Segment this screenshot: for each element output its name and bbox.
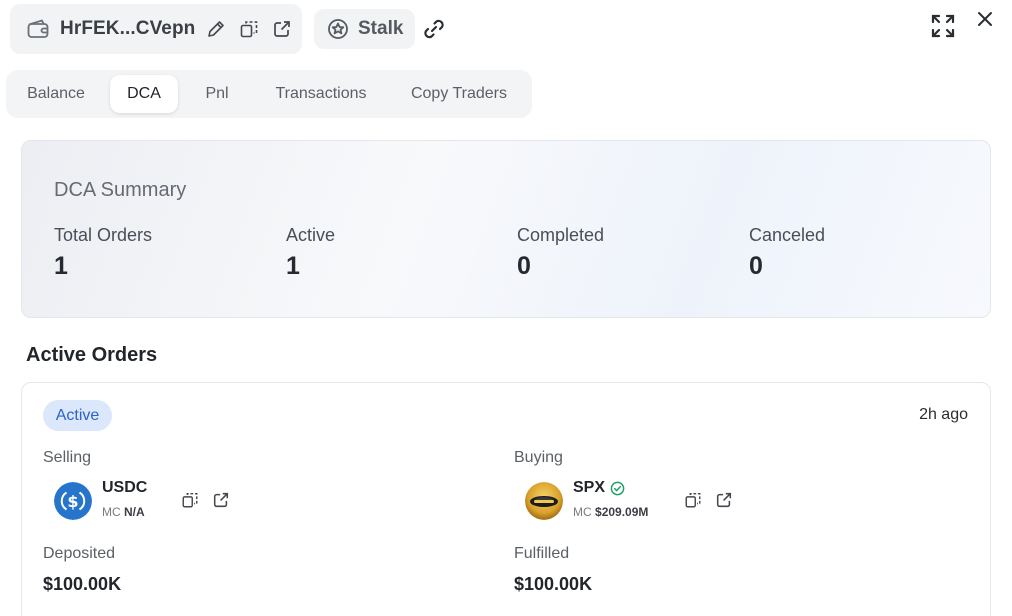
stalk-icon [326, 17, 350, 41]
tab-transactions[interactable]: Transactions [261, 75, 381, 113]
stat-canceled: Canceled 0 [749, 225, 825, 281]
copy-icon[interactable] [684, 491, 702, 509]
selling-symbol: USDC [102, 479, 148, 496]
tab-balance[interactable]: Balance [12, 75, 100, 113]
copy-icon[interactable] [237, 17, 261, 41]
tab-dca[interactable]: DCA [110, 75, 178, 113]
stat-label: Active [286, 225, 336, 245]
stalk-button[interactable]: Stalk [314, 9, 415, 49]
deposited-label: Deposited [43, 545, 116, 562]
tab-copy-traders[interactable]: Copy Traders [399, 75, 519, 113]
stat-active: Active 1 [286, 225, 335, 281]
stat-value: 1 [54, 252, 68, 280]
stat-completed: Completed 0 [517, 225, 604, 281]
mc-value: N/A [124, 505, 145, 519]
selling-label: Selling [43, 449, 92, 466]
stat-value: 0 [517, 252, 531, 280]
verified-check-icon [610, 481, 625, 496]
close-icon[interactable] [974, 8, 996, 30]
fullscreen-icon[interactable] [930, 13, 956, 39]
stat-total-orders: Total Orders 1 [54, 225, 152, 281]
wallet-name: HrFEK...CVepn [60, 18, 196, 39]
summary-title: DCA Summary [54, 179, 187, 201]
order-card[interactable]: Active 2h ago Selling $ USDC MC N/A Buyi… [21, 382, 991, 616]
order-time: 2h ago [919, 406, 968, 423]
external-link-icon[interactable] [270, 17, 294, 41]
tab-bar: Balance DCA Pnl Transactions Copy Trader… [6, 70, 532, 118]
stat-label: Total Orders [54, 225, 153, 245]
stalk-label: Stalk [358, 18, 404, 39]
buying-symbol-row: SPX [573, 479, 625, 497]
usdc-logo-icon: $ [54, 482, 92, 520]
stat-value: 1 [286, 252, 300, 280]
wallet-icon [26, 17, 50, 41]
stat-label: Canceled [749, 225, 826, 245]
edit-pencil-icon[interactable] [204, 17, 228, 41]
tab-pnl[interactable]: Pnl [182, 75, 252, 113]
buying-label: Buying [514, 449, 563, 466]
stat-label: Completed [517, 225, 605, 245]
buying-symbol: SPX [573, 479, 606, 496]
external-link-icon[interactable] [715, 491, 733, 509]
spx-logo-icon [525, 482, 563, 520]
stat-value: 0 [749, 252, 763, 280]
wallet-panel: HrFEK...CVepn Stalk Balance DCA Pnl Tran… [0, 0, 1012, 616]
active-orders-title: Active Orders [26, 344, 158, 366]
wallet-chip: HrFEK...CVepn [10, 4, 302, 54]
mc-label: MC [102, 505, 121, 519]
deposited-value: $100.00K [43, 574, 122, 594]
selling-mc: MC N/A [102, 505, 145, 519]
link-icon[interactable] [421, 16, 447, 42]
copy-icon[interactable] [181, 491, 199, 509]
external-link-icon[interactable] [212, 491, 230, 509]
fulfilled-value: $100.00K [514, 574, 593, 594]
status-badge: Active [43, 400, 112, 431]
buying-mc: MC $209.09M [573, 505, 648, 519]
mc-label: MC [573, 505, 592, 519]
fulfilled-label: Fulfilled [514, 545, 570, 562]
dca-summary-card: DCA Summary Total Orders 1 Active 1 Comp… [21, 140, 991, 318]
mc-value: $209.09M [595, 505, 649, 519]
svg-text:$: $ [67, 492, 78, 511]
